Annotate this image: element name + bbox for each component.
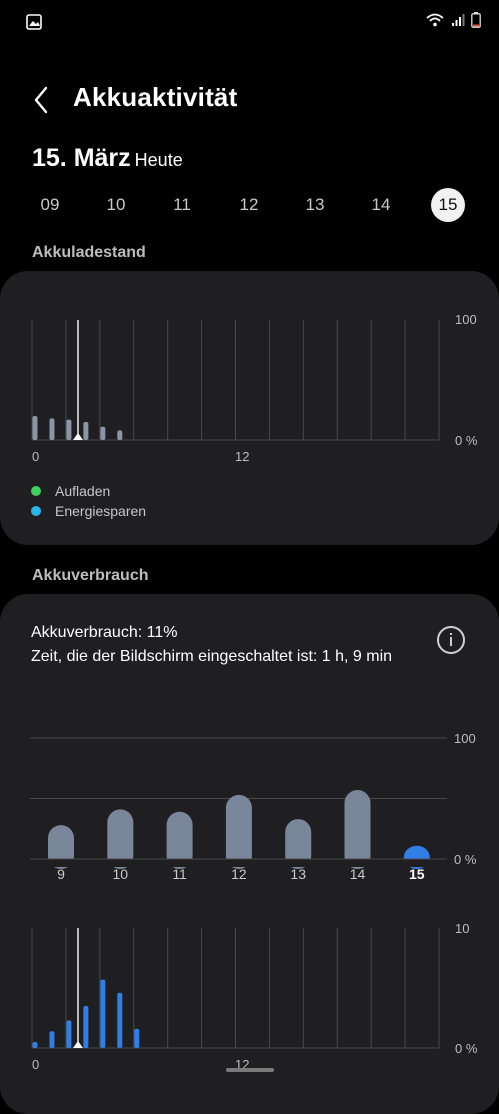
battery-level-card: 100 0 % 0 12 Aufladen Energiesparen xyxy=(0,271,499,545)
info-icon[interactable] xyxy=(437,626,465,654)
app-header: Akkuaktivität xyxy=(0,78,499,122)
bar xyxy=(117,430,123,440)
bar xyxy=(49,1031,55,1048)
day-chip-12[interactable]: 12 xyxy=(232,188,266,222)
bar xyxy=(225,794,252,869)
gallery-icon xyxy=(26,14,42,30)
bar xyxy=(49,418,55,440)
bar xyxy=(32,416,38,440)
legend-dot xyxy=(31,506,41,517)
y-tick-label: 10 xyxy=(455,924,469,936)
day-chip-14[interactable]: 14 xyxy=(364,188,398,222)
x-tick-label: 12 xyxy=(231,866,247,882)
signal-icon xyxy=(452,14,465,26)
day-chip-09[interactable]: 09 xyxy=(33,188,67,222)
page-title: Akkuaktivität xyxy=(73,82,238,112)
x-tick-label: 0 xyxy=(32,1057,39,1072)
screen-time-text: Zeit, die der Bildschirm eingeschaltet i… xyxy=(31,648,393,665)
y-tick-label: 100 xyxy=(455,312,477,327)
bar xyxy=(134,1028,140,1048)
legend-label: Energiesparen xyxy=(55,503,147,519)
day-chip-13[interactable]: 13 xyxy=(298,188,332,222)
usage-percent-text: Akkuverbrauch: 11% xyxy=(31,624,178,641)
battery-icon xyxy=(471,12,481,28)
y-tick-label: 0 % xyxy=(455,433,478,448)
status-bar xyxy=(0,0,499,44)
y-tick-label: 100 xyxy=(454,731,476,746)
y-tick-label: 0 % xyxy=(455,1041,478,1056)
back-arrow-icon[interactable] xyxy=(28,82,56,118)
date-label: Heute xyxy=(134,150,183,170)
x-tick-label: 10 xyxy=(113,866,129,882)
bar xyxy=(32,1042,38,1048)
x-tick-label: 13 xyxy=(290,866,306,882)
bar xyxy=(100,979,106,1048)
info-dot xyxy=(450,633,452,635)
legend-label: Aufladen xyxy=(55,483,111,499)
day-chip-10[interactable]: 10 xyxy=(99,188,133,222)
bar xyxy=(117,992,123,1048)
date-day: 15. März xyxy=(32,144,131,172)
legend-item-powersave: Energiesparen xyxy=(31,503,146,519)
x-tick-label: 9 xyxy=(57,866,65,882)
section-label-level: Akkuladestand xyxy=(32,244,146,261)
battery-usage-card: Akkuverbrauch: 11% Zeit, die der Bildsch… xyxy=(0,594,499,1114)
bar xyxy=(344,790,371,869)
current-time-triangle xyxy=(73,433,83,440)
daily-usage-chart: 100 0 % 9 10 11 12 13 14 15 xyxy=(0,731,499,882)
y-tick-label: 0 % xyxy=(454,852,477,867)
bar xyxy=(66,419,72,440)
section-label-usage: Akkuverbrauch xyxy=(32,567,149,584)
wifi-icon xyxy=(426,13,444,27)
bar xyxy=(100,426,106,440)
day-selector: 09 10 11 12 13 14 15 xyxy=(0,188,499,222)
day-chip-11[interactable]: 11 xyxy=(165,188,199,222)
home-indicator[interactable] xyxy=(226,1068,274,1072)
current-time-triangle xyxy=(73,1041,83,1048)
x-tick-label: 0 xyxy=(32,449,39,464)
day-chip-15[interactable]: 15 xyxy=(431,188,465,222)
battery-level-chart: 100 0 % 0 12 xyxy=(31,312,478,464)
bar xyxy=(83,422,89,440)
bar xyxy=(66,1020,72,1048)
hourly-usage-chart: 10 0 % 0 12 xyxy=(31,924,478,1072)
date-heading: 15. März Heute xyxy=(32,144,183,173)
x-tick-label: 15 xyxy=(409,866,425,882)
info-bar xyxy=(450,637,452,646)
bar xyxy=(83,1006,89,1048)
legend-dot xyxy=(31,486,41,497)
x-tick-label: 12 xyxy=(235,449,249,464)
x-tick-label: 14 xyxy=(350,866,366,882)
legend-item-charging: Aufladen xyxy=(31,483,110,499)
x-tick-label: 11 xyxy=(172,866,187,882)
